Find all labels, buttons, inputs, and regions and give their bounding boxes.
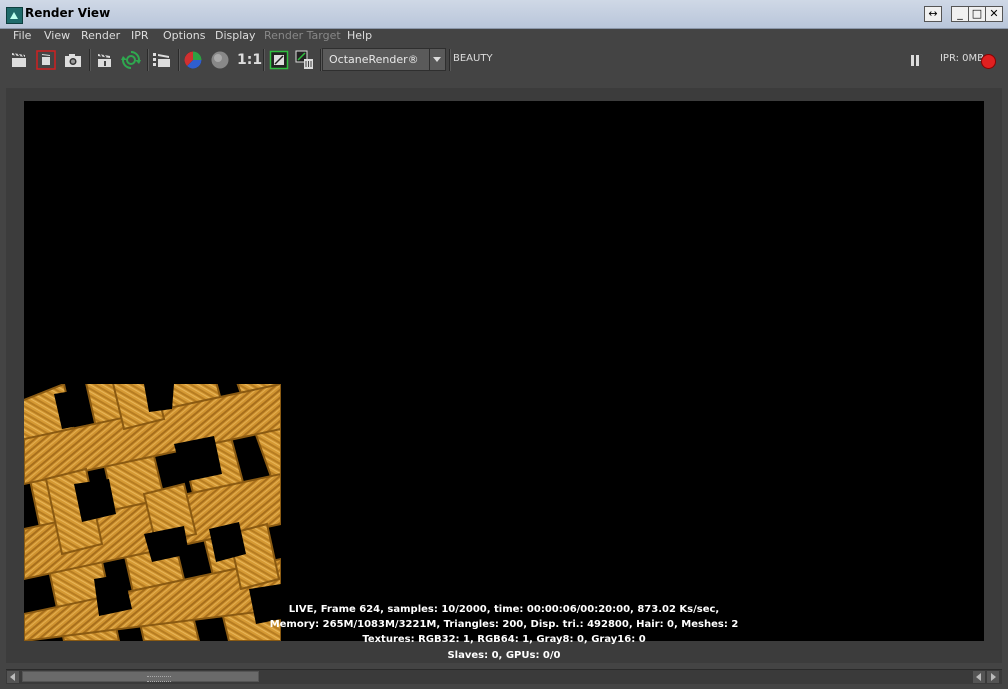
toolbar-separator [147, 49, 149, 71]
menu-display[interactable]: Display [215, 29, 256, 42]
refresh-icon[interactable] [121, 50, 141, 70]
render-stats-line2: Memory: 265M/1083M/3221M, Triangles: 200… [269, 619, 739, 630]
ratio-label[interactable]: 1:1 [237, 52, 262, 68]
renderer-value: OctaneRender® [329, 53, 419, 66]
chevron-down-icon[interactable] [429, 49, 445, 70]
scroll-left-icon[interactable] [7, 671, 19, 683]
render-stats-line1: LIVE, Frame 624, samples: 10/2000, time:… [288, 604, 720, 615]
toolbar: 1:1 OctaneRender® BEAUTY IPR: 0MB [0, 47, 1008, 74]
menu-render-target: Render Target [264, 29, 341, 42]
snapshot-camera-icon[interactable] [63, 50, 83, 70]
scrollbar-thumb[interactable] [22, 671, 259, 682]
title-bar: Render View ↔ _ □ ✕ [0, 0, 1008, 29]
record-icon[interactable] [981, 54, 996, 69]
resize-button[interactable]: ↔ [924, 6, 942, 22]
render-pass-label[interactable]: BEAUTY [453, 53, 493, 64]
menu-ipr[interactable]: IPR [131, 29, 149, 42]
scroll-left-end-icon[interactable] [973, 671, 985, 683]
grip-icon [147, 676, 171, 682]
display-icon[interactable] [269, 50, 289, 70]
toolbar-separator [449, 49, 451, 71]
minimize-button[interactable]: _ [951, 6, 969, 22]
menu-help[interactable]: Help [347, 29, 372, 42]
menu-view[interactable]: View [44, 29, 70, 42]
woven-yarn-render [24, 384, 281, 641]
menu-bar: File View Render IPR Options Display Ren… [0, 29, 1008, 47]
close-button[interactable]: ✕ [985, 6, 1003, 22]
window-title: Render View [25, 6, 111, 20]
app-icon [6, 7, 23, 24]
maximize-button[interactable]: □ [968, 6, 986, 22]
toolbar-separator [263, 49, 265, 71]
render-image [24, 384, 281, 641]
render-region-icon[interactable] [36, 50, 56, 70]
render-stats-line3: Textures: RGB32: 1, RGB64: 1, Gray8: 0, … [362, 634, 646, 645]
rgb-channel-icon[interactable] [183, 50, 203, 70]
scroll-right-icon[interactable] [987, 671, 999, 683]
keep-image-icon[interactable] [295, 50, 315, 70]
render-settings-icon[interactable] [152, 50, 172, 70]
ipr-status: IPR: 0MB [939, 53, 984, 64]
clapperboard-icon[interactable] [9, 50, 29, 70]
menu-options[interactable]: Options [163, 29, 205, 42]
renderer-dropdown[interactable]: OctaneRender® [322, 48, 446, 71]
horizontal-scrollbar[interactable] [6, 669, 1002, 684]
ipr-clapper-icon[interactable] [95, 50, 115, 70]
toolbar-separator [178, 49, 180, 71]
render-stats-line4: Slaves: 0, GPUs: 0/0 [447, 650, 561, 661]
menu-render[interactable]: Render [81, 29, 120, 42]
pause-icon[interactable] [910, 55, 920, 66]
menu-file[interactable]: File [13, 29, 31, 42]
toolbar-separator [89, 49, 91, 71]
alpha-channel-icon[interactable] [210, 50, 230, 70]
